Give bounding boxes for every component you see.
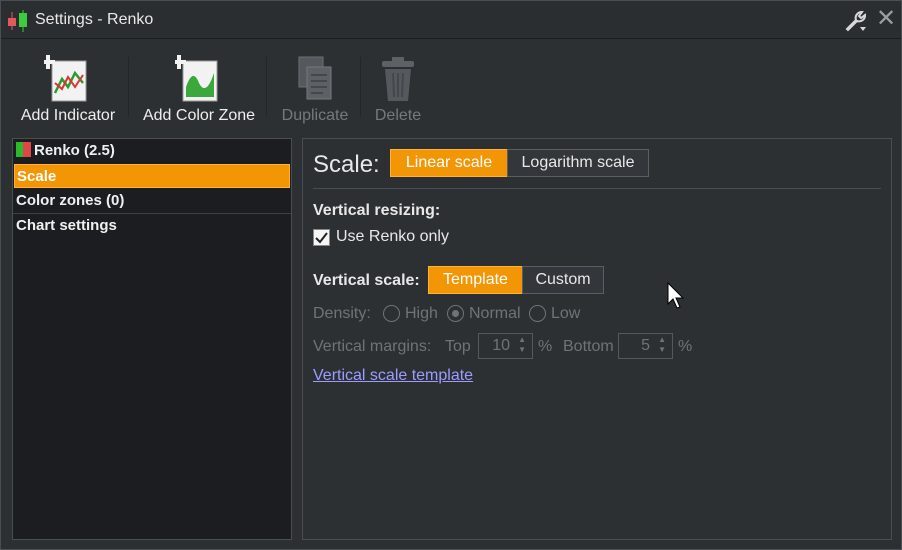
duplicate-button[interactable]: Duplicate — [277, 49, 353, 127]
density-high-label: High — [405, 305, 438, 322]
tree-item-label: Renko (2.5) — [34, 142, 115, 159]
vertical-margins-label: Vertical margins: — [313, 338, 432, 355]
checkmark-icon — [315, 232, 328, 244]
stepper-arrows-icon[interactable]: ▲ ▼ — [658, 335, 666, 355]
add-color-zone-label: Add Color Zone — [142, 107, 256, 124]
use-renko-only-label: Use Renko only — [336, 228, 449, 245]
add-color-zone-button[interactable]: Add Color Zone — [139, 49, 259, 127]
add-indicator-label: Add Indicator — [20, 107, 116, 124]
vertical-scale-label: Vertical scale: — [313, 272, 420, 289]
window-title: Settings - Renko — [35, 11, 154, 28]
density-label: Density: — [313, 305, 371, 322]
delete-label: Delete — [374, 107, 422, 124]
close-icon[interactable]: ✕ — [875, 7, 897, 31]
density-normal-label: Normal — [469, 305, 521, 322]
settings-tree: Renko (2.5) Scale Color zones (0) Chart … — [12, 138, 292, 540]
renko-color-icon — [16, 142, 31, 157]
renko-app-icon — [8, 10, 27, 32]
vertical-resizing-label: Vertical resizing: — [313, 202, 441, 219]
toolbar: Add Indicator Add Color Zone Duplicate D… — [1, 39, 901, 131]
density-low-label: Low — [551, 305, 581, 322]
radio-selected-dot — [452, 310, 459, 317]
tree-item-chart-settings[interactable]: Chart settings — [14, 214, 290, 238]
scale-settings-panel: Scale: Linear scale Logarithm scale Vert… — [302, 138, 892, 540]
linear-scale-button[interactable]: Linear scale — [390, 149, 508, 177]
custom-button[interactable]: Custom — [522, 266, 604, 294]
tree-item-label: Scale — [17, 168, 57, 185]
section-divider — [313, 188, 881, 189]
scale-heading: Scale: — [313, 151, 380, 178]
toolbar-separator — [128, 57, 129, 117]
tree-item-label: Color zones (0) — [16, 192, 125, 209]
tree-item-color-zones[interactable]: Color zones (0) — [14, 189, 290, 213]
toolbar-separator — [266, 57, 267, 117]
duplicate-label: Duplicate — [281, 107, 349, 124]
duplicate-icon — [298, 56, 332, 100]
bottom-percent-label: % — [678, 338, 693, 355]
add-indicator-icon — [44, 55, 87, 102]
bottom-margin-label: Bottom — [563, 338, 614, 355]
tree-item-scale[interactable]: Scale — [14, 164, 290, 188]
toolbar-separator — [360, 57, 361, 117]
wrench-menu-icon[interactable] — [843, 9, 869, 33]
delete-button[interactable]: Delete — [369, 49, 427, 127]
tree-item-renko[interactable]: Renko (2.5) — [14, 139, 290, 163]
density-high-radio[interactable] — [383, 305, 400, 322]
tree-item-label: Chart settings — [16, 217, 117, 234]
bottom-margin-stepper[interactable]: 5 ▲ ▼ — [618, 333, 673, 359]
stepper-arrows-icon[interactable]: ▲ ▼ — [518, 335, 526, 355]
title-bar: Settings - Renko ✕ — [1, 1, 901, 39]
template-button[interactable]: Template — [428, 266, 523, 294]
add-indicator-button[interactable]: Add Indicator — [15, 49, 121, 127]
bottom-margin-value: 5 — [641, 337, 650, 354]
top-margin-value: 10 — [492, 337, 510, 354]
density-low-radio[interactable] — [529, 305, 546, 322]
use-renko-only-checkbox[interactable] — [313, 229, 330, 246]
mouse-cursor-icon — [667, 282, 685, 309]
top-percent-label: % — [538, 338, 553, 355]
settings-window: Settings - Renko ✕ Add Indicator Add Col… — [0, 0, 902, 550]
logarithm-scale-button[interactable]: Logarithm scale — [507, 149, 649, 177]
trash-icon — [382, 57, 414, 101]
vertical-scale-template-link[interactable]: Vertical scale template — [313, 367, 473, 385]
top-margin-stepper[interactable]: 10 ▲ ▼ — [478, 333, 533, 359]
density-normal-radio[interactable] — [447, 305, 464, 322]
add-color-zone-icon — [175, 55, 218, 102]
top-margin-label: Top — [445, 338, 471, 355]
